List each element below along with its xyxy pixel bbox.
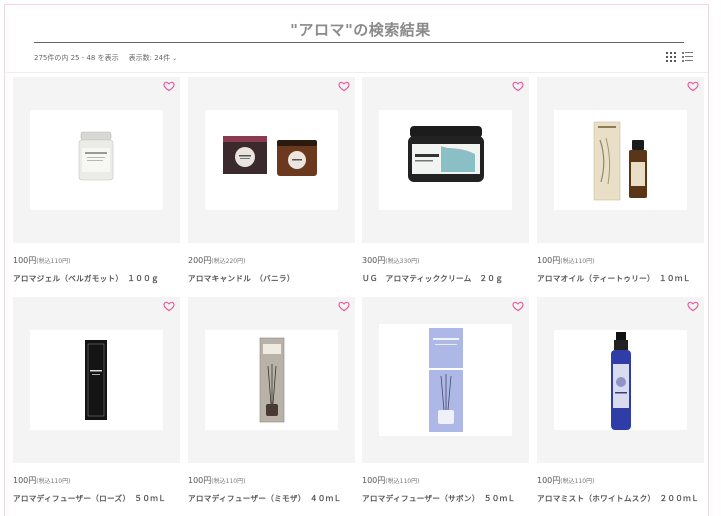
per-page-select[interactable]: 表示数: 24件 ⌄ xyxy=(129,53,178,63)
grid-view-icon[interactable] xyxy=(666,52,676,62)
product-image[interactable] xyxy=(362,297,529,463)
product-card[interactable]: 100円(税込110円) アロマオイル（ティートゥリー） １０ｍＬ xyxy=(537,77,704,291)
product-price: 100円(税込110円) xyxy=(13,255,70,266)
product-price: 100円(税込110円) xyxy=(537,475,594,486)
header-separator xyxy=(5,72,708,73)
results-toolbar: 275件の内 25 - 48 を表示 表示数: 24件 ⌄ xyxy=(34,53,177,63)
diffuser-savon-image xyxy=(429,328,463,432)
product-image[interactable] xyxy=(537,77,704,243)
price-tax: (税込330円) xyxy=(385,258,420,265)
per-page-label: 表示数: 24件 xyxy=(128,54,171,62)
oil-bottle-image xyxy=(593,121,647,201)
product-image[interactable] xyxy=(188,77,355,243)
price-tax: (税込110円) xyxy=(36,478,71,485)
price-value: 100円 xyxy=(188,476,212,485)
product-image[interactable] xyxy=(188,297,355,463)
product-price: 200円(税込220円) xyxy=(188,255,245,266)
price-value: 200円 xyxy=(188,256,212,265)
product-name[interactable]: アロマオイル（ティートゥリー） １０ｍＬ xyxy=(537,273,691,284)
price-tax: (税込220円) xyxy=(211,258,246,265)
product-card[interactable]: 100円(税込110円) アロマディフューザー（ミモザ） ４０ｍＬ xyxy=(188,297,355,511)
product-price: 100円(税込110円) xyxy=(188,475,245,486)
product-price: 100円(税込110円) xyxy=(13,475,70,486)
product-name[interactable]: ＵＧ アロマティッククリーム ２０ｇ xyxy=(362,273,503,284)
price-value: 300円 xyxy=(362,256,386,265)
diffuser-rose-image xyxy=(85,340,107,420)
diffuser-mimosa-image xyxy=(259,337,285,423)
mist-spray-image xyxy=(611,332,631,430)
price-tax: (税込110円) xyxy=(211,478,246,485)
product-name[interactable]: アロマジェル（ベルガモット） １００ｇ xyxy=(13,273,159,284)
price-value: 100円 xyxy=(362,476,386,485)
title-divider xyxy=(34,42,684,43)
favorite-heart-icon[interactable] xyxy=(338,300,350,312)
price-tax: (税込110円) xyxy=(385,478,420,485)
product-image[interactable] xyxy=(537,297,704,463)
product-image[interactable] xyxy=(13,297,180,463)
product-price: 300円(税込330円) xyxy=(362,255,419,266)
favorite-heart-icon[interactable] xyxy=(338,80,350,92)
price-tax: (税込110円) xyxy=(560,258,595,265)
result-count: 275件の内 25 - 48 を表示 xyxy=(34,54,119,62)
product-name[interactable]: アロマミスト（ホワイトムスク） ２００ｍＬ xyxy=(537,493,699,504)
product-name[interactable]: アロマディフューザー（ミモザ） ４０ｍＬ xyxy=(188,493,341,504)
product-price: 100円(税込110円) xyxy=(362,475,419,486)
product-card[interactable]: 100円(税込110円) アロマディフューザー（ローズ） ５０ｍＬ xyxy=(13,297,180,511)
product-price: 100円(税込110円) xyxy=(537,255,594,266)
price-value: 100円 xyxy=(537,256,561,265)
price-tax: (税込110円) xyxy=(36,258,71,265)
favorite-heart-icon[interactable] xyxy=(687,80,699,92)
product-image[interactable] xyxy=(362,77,529,243)
favorite-heart-icon[interactable] xyxy=(163,300,175,312)
product-image[interactable] xyxy=(13,77,180,243)
candle-image xyxy=(223,136,317,176)
price-value: 100円 xyxy=(13,256,37,265)
gel-jar-image xyxy=(78,131,114,181)
price-value: 100円 xyxy=(13,476,37,485)
favorite-heart-icon[interactable] xyxy=(512,80,524,92)
price-tax: (税込110円) xyxy=(560,478,595,485)
favorite-heart-icon[interactable] xyxy=(163,80,175,92)
product-card[interactable]: 100円(税込110円) アロマミスト（ホワイトムスク） ２００ｍＬ xyxy=(537,297,704,511)
product-card[interactable]: 100円(税込110円) アロマディフューザー（サボン） ５０ｍＬ xyxy=(362,297,529,511)
favorite-heart-icon[interactable] xyxy=(512,300,524,312)
price-value: 100円 xyxy=(537,476,561,485)
list-view-icon[interactable] xyxy=(682,52,693,62)
product-card[interactable]: 300円(税込330円) ＵＧ アロマティッククリーム ２０ｇ xyxy=(362,77,529,291)
favorite-heart-icon[interactable] xyxy=(687,300,699,312)
product-card[interactable]: 100円(税込110円) アロマジェル（ベルガモット） １００ｇ xyxy=(13,77,180,291)
chevron-down-icon: ⌄ xyxy=(172,54,178,62)
view-switcher xyxy=(666,52,693,62)
cream-tin-image xyxy=(408,126,484,182)
product-name[interactable]: アロマキャンドル （バニラ） xyxy=(188,273,295,284)
product-card[interactable]: 200円(税込220円) アロマキャンドル （バニラ） xyxy=(188,77,355,291)
product-name[interactable]: アロマディフューザー（サボン） ５０ｍＬ xyxy=(362,493,515,504)
product-name[interactable]: アロマディフューザー（ローズ） ５０ｍＬ xyxy=(13,493,166,504)
page-title: "アロマ"の検索結果 xyxy=(290,21,431,39)
